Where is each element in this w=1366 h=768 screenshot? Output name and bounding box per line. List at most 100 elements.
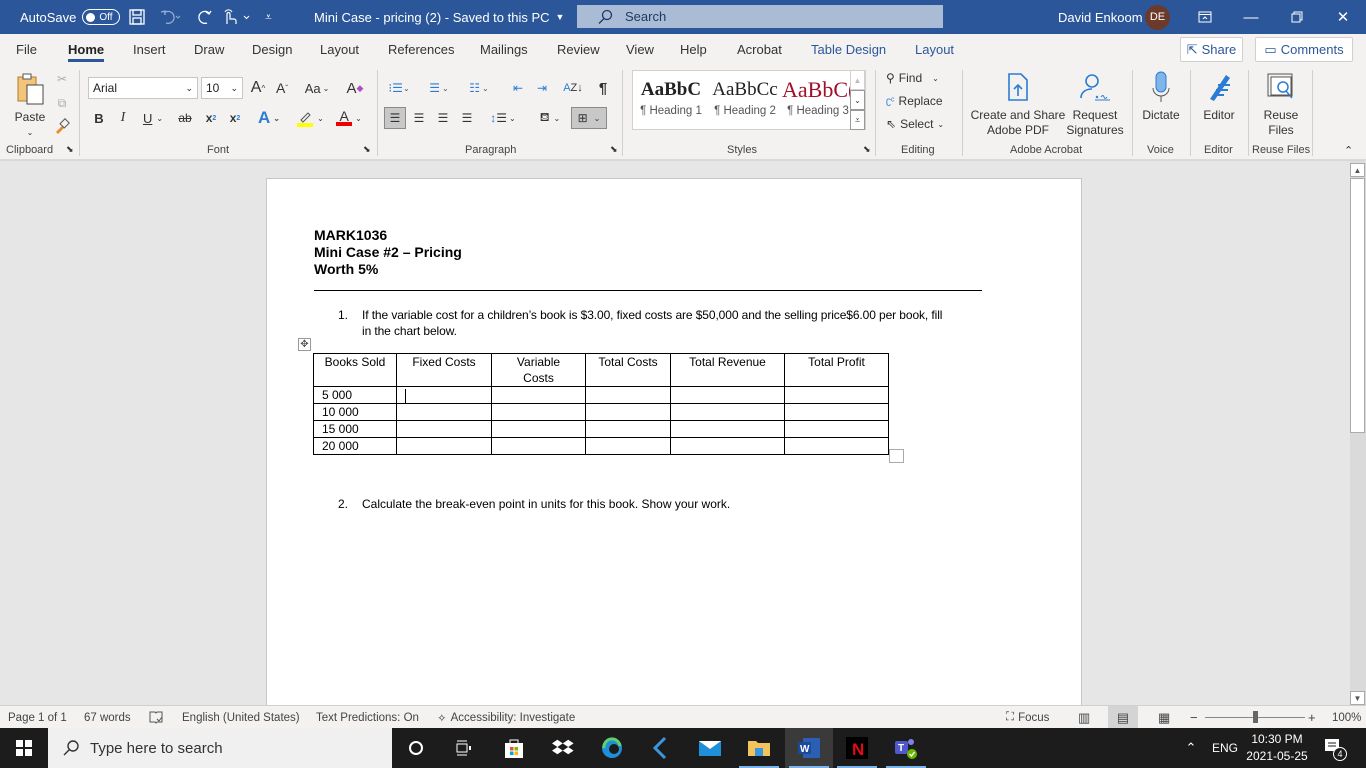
collapse-ribbon-icon[interactable]: ⌃	[1344, 144, 1353, 157]
total-profit-cell[interactable]	[784, 420, 889, 438]
align-center-button[interactable]: ☰	[408, 107, 430, 129]
font-size-select[interactable]: 10 ⌄	[201, 77, 243, 99]
accessibility-status[interactable]: ✧ Accessibility: Investigate	[437, 706, 575, 729]
underline-button[interactable]: U ⌄	[138, 107, 168, 129]
tab-table-design[interactable]: Table Design	[811, 34, 886, 64]
show-formatting-icon[interactable]: ¶	[594, 77, 612, 99]
clear-formatting-icon[interactable]: A ◆	[344, 77, 366, 99]
numbering-button[interactable]: ☰ ⌄	[424, 77, 454, 99]
bullets-button[interactable]: ⁝☰ ⌄	[385, 77, 413, 99]
books-sold-cell[interactable]: 10 000	[313, 403, 397, 421]
books-sold-cell[interactable]: 15 000	[313, 420, 397, 438]
mail-icon[interactable]	[686, 728, 734, 768]
tab-references[interactable]: References	[388, 34, 454, 64]
tab-review[interactable]: Review	[557, 34, 600, 64]
select-button[interactable]: ⇖ Select ⌄	[886, 114, 944, 134]
comments-button[interactable]: ▭ Comments	[1255, 37, 1353, 62]
file-explorer-icon[interactable]	[735, 728, 783, 768]
total-profit-cell[interactable]	[784, 386, 889, 404]
tab-mailings[interactable]: Mailings	[480, 34, 528, 64]
total-revenue-cell[interactable]	[670, 403, 785, 421]
total-profit-cell[interactable]	[784, 437, 889, 455]
zoom-slider-thumb[interactable]	[1252, 711, 1258, 723]
variable-costs-cell[interactable]	[491, 386, 586, 404]
web-layout-icon[interactable]: ▦	[1158, 706, 1170, 729]
proofing-icon[interactable]	[149, 706, 163, 729]
variable-costs-cell[interactable]	[491, 420, 586, 438]
books-sold-cell[interactable]: 5 000	[313, 386, 397, 404]
tab-design[interactable]: Design	[252, 34, 292, 64]
shrink-font-icon[interactable]: Aˇ	[272, 77, 292, 99]
shading-button[interactable]: ⛾ ⌄	[534, 107, 566, 129]
action-center-icon[interactable]: 4	[1316, 728, 1352, 768]
grow-font-icon[interactable]: A ^	[248, 77, 268, 99]
superscript-button[interactable]: x2	[226, 107, 244, 129]
find-button[interactable]: ⚲ Find ⌄	[886, 68, 939, 88]
autosave-toggle[interactable]: Off	[82, 9, 121, 25]
highlight-color-button[interactable]: ⌄	[293, 107, 327, 129]
scroll-down-icon[interactable]: ▼	[1350, 691, 1365, 705]
change-case-button[interactable]: Aa ⌄	[302, 77, 332, 99]
fixed-costs-cell[interactable]	[396, 420, 492, 438]
print-layout-icon[interactable]: ▤	[1108, 706, 1138, 729]
total-revenue-cell[interactable]	[670, 437, 785, 455]
align-right-button[interactable]: ☰	[432, 107, 454, 129]
total-profit-cell[interactable]	[784, 403, 889, 421]
table-resize-handle[interactable]	[889, 449, 904, 463]
borders-button[interactable]: ⊞ ⌄	[571, 107, 607, 129]
share-button[interactable]: ⇱ Share	[1180, 37, 1243, 62]
italic-button[interactable]: I	[114, 107, 132, 129]
focus-button[interactable]: ⛶ Focus	[1006, 706, 1049, 729]
teams-icon[interactable]: T	[882, 728, 930, 768]
restore-button[interactable]	[1274, 0, 1320, 34]
request-signatures-button[interactable]: Request Signatures	[1066, 68, 1124, 138]
redo-icon[interactable]	[196, 0, 214, 34]
ribbon-display-options-icon[interactable]	[1182, 0, 1228, 34]
total-revenue-cell[interactable]	[670, 420, 785, 438]
read-mode-icon[interactable]: ▥	[1078, 706, 1090, 729]
tab-view[interactable]: View	[626, 34, 654, 64]
language[interactable]: English (United States)	[182, 706, 300, 729]
avatar[interactable]: DE	[1145, 0, 1170, 34]
replace-button[interactable]: ʗᶜ Replace	[886, 91, 943, 111]
tab-table-layout[interactable]: Layout	[915, 34, 954, 64]
text-effects-button[interactable]: A ⌄	[254, 107, 284, 129]
taskbar-search-input[interactable]: Type here to search	[48, 728, 392, 768]
reuse-files-button[interactable]: Reuse Files	[1254, 68, 1308, 138]
books-sold-cell[interactable]: 20 000	[313, 437, 397, 455]
scroll-up-icon[interactable]: ▲	[1350, 163, 1365, 177]
dropbox-icon[interactable]	[540, 728, 588, 768]
line-spacing-button[interactable]: ↕ ☰ ⌄	[488, 107, 518, 129]
scroll-thumb[interactable]	[1350, 178, 1365, 433]
fixed-costs-cell[interactable]	[396, 437, 492, 455]
font-color-button[interactable]: A ⌄	[332, 107, 366, 129]
font-name-select[interactable]: Arial ⌄	[88, 77, 198, 99]
zoom-level[interactable]: 100%	[1332, 706, 1361, 729]
dictate-button[interactable]: Dictate	[1138, 68, 1184, 123]
vscode-icon[interactable]	[637, 728, 685, 768]
variable-costs-cell[interactable]	[491, 403, 586, 421]
copy-icon[interactable]: ⧉	[54, 94, 70, 112]
input-language[interactable]: ENG	[1208, 728, 1242, 768]
netflix-icon[interactable]: N	[833, 728, 881, 768]
styles-launcher-icon[interactable]: ⬊	[863, 144, 871, 155]
strikethrough-button[interactable]: ab	[175, 107, 195, 129]
total-costs-cell[interactable]	[585, 386, 671, 404]
variable-costs-cell[interactable]	[491, 437, 586, 455]
decrease-indent-icon[interactable]: ⇤	[508, 77, 528, 99]
document-title[interactable]: Mini Case - pricing (2) - Saved to this …	[314, 0, 564, 34]
justify-button[interactable]: ☰	[456, 107, 478, 129]
tab-layout[interactable]: Layout	[320, 34, 359, 64]
fixed-costs-cell[interactable]	[396, 403, 492, 421]
editor-button[interactable]: Editor	[1196, 68, 1242, 123]
cortana-icon[interactable]	[392, 728, 440, 768]
styles-scroll-down-icon[interactable]: ⌄	[850, 90, 865, 110]
bold-button[interactable]: B	[90, 107, 108, 129]
styles-more-icon[interactable]: ⩡	[850, 110, 865, 130]
multilevel-list-button[interactable]: ☷ ⌄	[464, 77, 494, 99]
zoom-in-button[interactable]: +	[1308, 706, 1316, 729]
save-icon[interactable]	[128, 0, 146, 34]
tab-help[interactable]: Help	[680, 34, 707, 64]
cut-icon[interactable]: ✂	[54, 70, 70, 88]
vertical-scrollbar[interactable]: ▲ ▼	[1350, 163, 1366, 705]
